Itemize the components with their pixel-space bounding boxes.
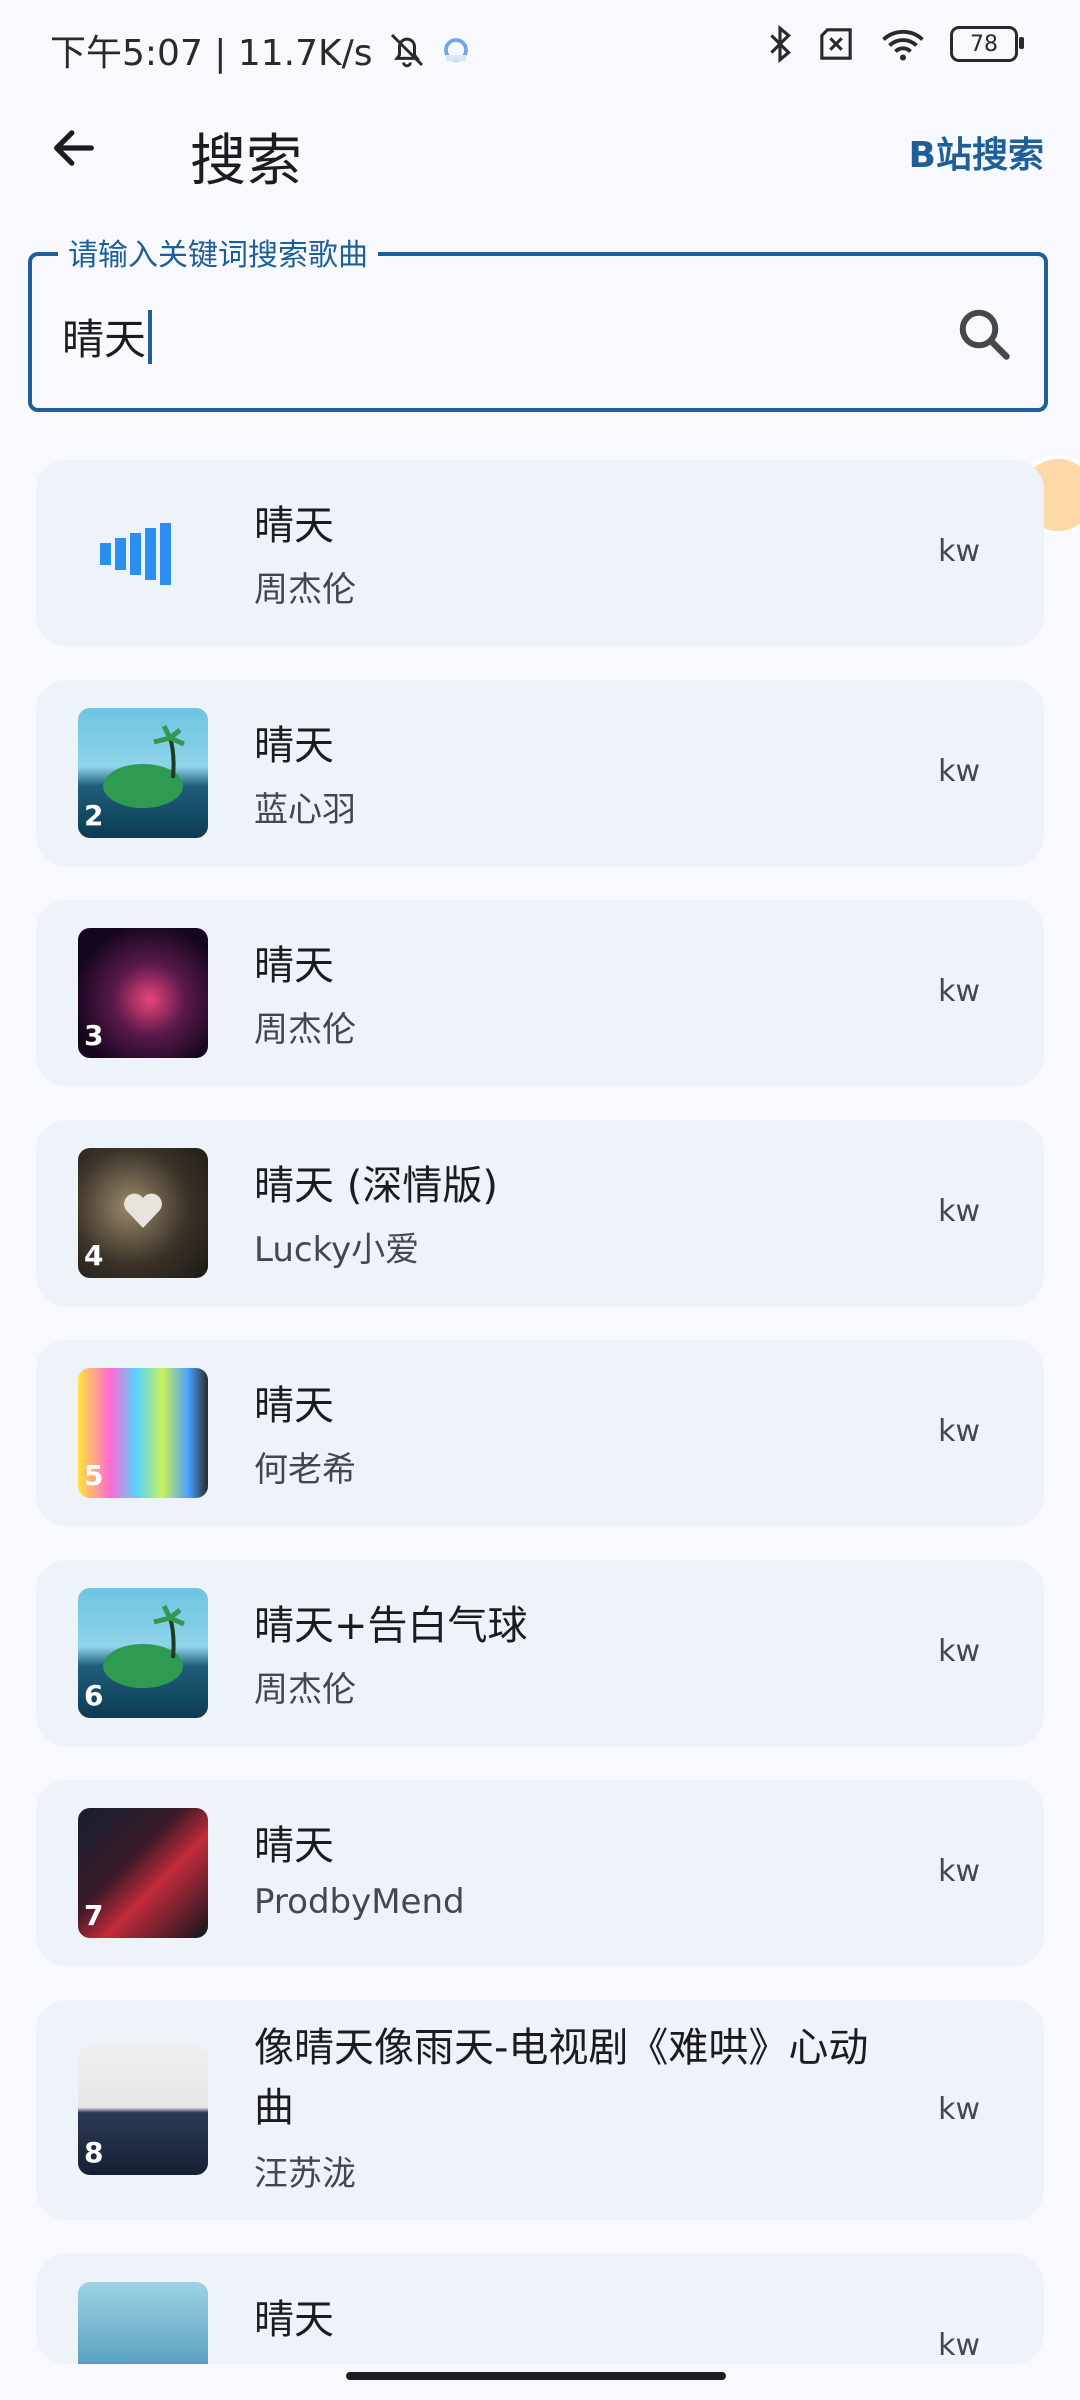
- song-artist: ProdbyMend: [254, 1882, 465, 1922]
- source-tag: kw: [938, 754, 980, 789]
- wifi-icon: [882, 29, 924, 61]
- rank-index: 6: [84, 1679, 104, 1712]
- list-item[interactable]: 晴天 kw: [36, 2254, 1044, 2364]
- source-tag: kw: [938, 1194, 980, 1229]
- rank-index: 5: [84, 1459, 104, 1492]
- album-cover: [78, 2282, 208, 2364]
- battery-indicator: 78: [950, 26, 1024, 62]
- song-artist: 蓝心羽: [254, 790, 356, 830]
- album-cover: 2: [78, 708, 208, 838]
- back-button[interactable]: [42, 116, 106, 180]
- song-title: 像晴天像雨天-电视剧《难哄》心动曲: [254, 2025, 869, 2131]
- song-artist: 汪苏泷: [254, 2154, 356, 2194]
- song-title: 晴天+告白气球: [254, 1603, 528, 1649]
- list-item[interactable]: 3 晴天 周杰伦 kw: [36, 900, 1044, 1086]
- song-title: 晴天: [254, 723, 334, 769]
- list-item[interactable]: 4 晴天 (深情版) Lucky小爱 kw: [36, 1120, 1044, 1306]
- search-text: 晴天: [62, 315, 147, 364]
- song-artist: 周杰伦: [254, 570, 356, 610]
- search-field-label: 请输入关键词搜索歌曲: [58, 230, 378, 274]
- bluetooth-icon: [770, 24, 791, 64]
- status-right: 78: [768, 24, 1024, 64]
- search-input[interactable]: 请输入关键词搜索歌曲 晴天: [28, 230, 1048, 412]
- text-caret: [148, 309, 153, 364]
- rank-index: 4: [84, 1239, 104, 1272]
- rank-index: 7: [84, 1899, 104, 1932]
- list-item[interactable]: 6 晴天+告白气球 周杰伦 kw: [36, 1560, 1044, 1746]
- song-artist: 周杰伦: [254, 1670, 356, 1710]
- playing-bars-graphic: [100, 523, 171, 585]
- song-artist: 周杰伦: [254, 1010, 356, 1050]
- app-bar: 搜索 B站搜索: [0, 96, 1080, 206]
- song-artist: Lucky小爱: [254, 1230, 420, 1270]
- song-title: 晴天: [254, 1823, 334, 1869]
- search-icon[interactable]: [954, 304, 1014, 364]
- source-tag: kw: [938, 534, 980, 569]
- bili-search-button[interactable]: B站搜索: [909, 126, 1044, 178]
- album-cover: 5: [78, 1368, 208, 1498]
- battery-level: 78: [970, 31, 998, 57]
- status-left: 下午5:07 | 11.7K/s: [50, 24, 471, 76]
- list-item[interactable]: 晴天 周杰伦 kw: [36, 460, 1044, 646]
- song-title: 晴天 (深情版): [254, 1163, 498, 1209]
- song-title: 晴天: [254, 2297, 334, 2343]
- rank-index: 3: [84, 1019, 104, 1052]
- mute-bell-icon: [390, 33, 423, 68]
- rank-index: 8: [84, 2136, 104, 2169]
- page-title: 搜索: [190, 129, 302, 194]
- no-sim-icon: [820, 28, 852, 60]
- song-title: 晴天: [254, 943, 334, 989]
- bottom-mask: [0, 2364, 1080, 2400]
- search-value[interactable]: 晴天: [62, 306, 153, 367]
- song-artist: 何老希: [254, 1450, 356, 1490]
- source-tag: kw: [938, 1414, 980, 1449]
- list-item[interactable]: 8 像晴天像雨天-电视剧《难哄》心动曲 汪苏泷 kw: [36, 2000, 1044, 2220]
- album-cover: 3: [78, 928, 208, 1058]
- status-time-net: 下午5:07 | 11.7K/s: [50, 33, 373, 74]
- home-indicator[interactable]: [346, 2372, 726, 2380]
- source-tag: kw: [938, 2328, 980, 2363]
- album-cover: 6: [78, 1588, 208, 1718]
- status-bar: 下午5:07 | 11.7K/s 78: [0, 0, 1080, 96]
- source-tag: kw: [938, 1634, 980, 1669]
- rank-index: 2: [84, 799, 104, 832]
- song-title: 晴天: [254, 503, 334, 549]
- list-item[interactable]: 2 晴天 蓝心羽 kw: [36, 680, 1044, 866]
- list-item[interactable]: 7 晴天 ProdbyMend kw: [36, 1780, 1044, 1966]
- album-cover: 4: [78, 1148, 208, 1278]
- list-item[interactable]: 5 晴天 何老希 kw: [36, 1340, 1044, 1526]
- song-title: 晴天: [254, 1383, 334, 1429]
- arrow-left-icon: [54, 130, 94, 166]
- app-notification-icon: [443, 38, 468, 62]
- album-cover: 7: [78, 1808, 208, 1938]
- playing-bars-icon: [78, 488, 208, 618]
- source-tag: kw: [938, 1854, 980, 1889]
- source-tag: kw: [938, 974, 980, 1009]
- source-tag: kw: [938, 2092, 980, 2127]
- album-cover: 8: [78, 2045, 208, 2175]
